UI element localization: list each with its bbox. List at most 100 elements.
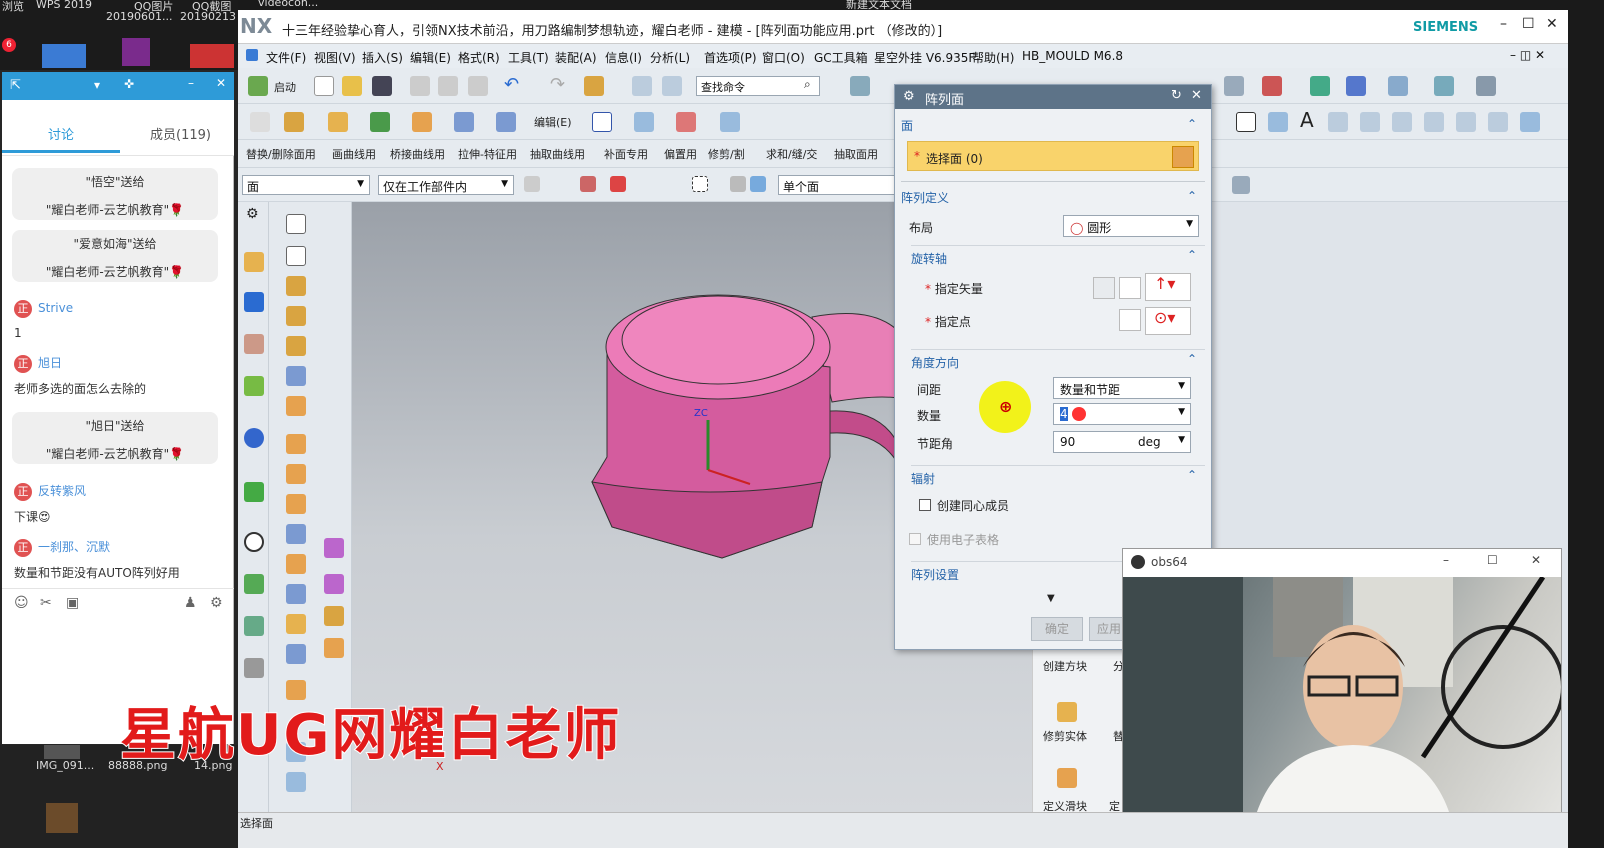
close-icon[interactable]: ✕ [216, 76, 226, 90]
hole-icon[interactable] [328, 112, 348, 132]
section-rotation-axis[interactable]: 旋转轴 ⌃ [911, 245, 1205, 267]
menu-info[interactable]: 信息(I) [605, 49, 642, 66]
blend-icon[interactable] [496, 112, 516, 132]
app-thumb-icon[interactable] [42, 44, 86, 68]
surface-menu-item[interactable]: 画曲线用 [332, 146, 376, 162]
trim-body-icon[interactable] [1057, 702, 1077, 722]
view-icon[interactable] [1224, 76, 1244, 96]
cylinder-icon[interactable] [286, 366, 306, 386]
create-block-button[interactable]: 创建方块 [1043, 658, 1087, 674]
menu-file[interactable]: 文件(F) [266, 49, 306, 66]
face-icon[interactable] [286, 246, 306, 266]
spline-icon[interactable] [1268, 112, 1288, 132]
section-radial[interactable]: 辐射 ⌃ [911, 465, 1205, 487]
constraint-icon[interactable] [244, 334, 264, 354]
snap-icon[interactable] [1262, 76, 1282, 96]
face-rule-select[interactable]: 单个面 [778, 175, 896, 195]
menu-tools[interactable]: 工具(T) [508, 49, 549, 66]
chamfer-icon[interactable] [286, 464, 306, 484]
save-icon[interactable] [372, 76, 392, 96]
close-icon[interactable]: ✕ [1191, 88, 1202, 103]
menu-window[interactable]: 窗口(O) [762, 49, 805, 66]
move-icon[interactable] [1346, 76, 1366, 96]
menu-assembly[interactable]: 装配(A) [555, 49, 597, 66]
scissors-icon[interactable]: ✂ [40, 595, 52, 611]
split-icon[interactable] [286, 644, 306, 664]
type-filter-select[interactable]: 面 ▼ [242, 175, 370, 195]
point-dialog-icon[interactable] [1119, 309, 1141, 331]
command-search-input[interactable]: 查找命令 [696, 76, 820, 96]
select-icon[interactable] [750, 176, 766, 192]
image-thumb-icon[interactable] [44, 745, 80, 759]
minimize-icon[interactable]: – [1443, 553, 1449, 567]
boolean-icon[interactable] [412, 112, 432, 132]
trim-body-icon[interactable] [286, 614, 306, 634]
minimize-icon[interactable]: – [1500, 16, 1507, 32]
draft-icon[interactable] [286, 584, 306, 604]
text-icon[interactable]: A [1300, 108, 1314, 132]
desktop-label[interactable]: 20190601... [106, 10, 172, 23]
gear-icon[interactable]: ⚙ [246, 206, 259, 222]
desktop-label[interactable]: IMG_091... [36, 759, 94, 772]
shell-icon[interactable] [454, 112, 474, 132]
curve-icon[interactable] [1328, 112, 1348, 132]
menu-insert[interactable]: 插入(S) [362, 49, 403, 66]
pattern-icon[interactable] [286, 494, 306, 514]
reset-icon[interactable]: ↻ [1171, 88, 1182, 103]
sketch-icon[interactable] [250, 112, 270, 132]
vector-type-select[interactable]: ↑▾ [1145, 273, 1191, 301]
open-icon[interactable] [342, 76, 362, 96]
undo-icon[interactable]: ↶ [504, 74, 519, 95]
window-controls[interactable]: – ◫ ✕ [1510, 48, 1545, 62]
mirror-icon[interactable] [1488, 112, 1508, 132]
chevron-down-icon[interactable]: ▾ [94, 78, 100, 92]
surface-menu-item[interactable]: 补面专用 [604, 146, 648, 162]
ruler-icon[interactable] [1476, 76, 1496, 96]
start-menu[interactable]: 启动 [274, 79, 296, 95]
menu-preferences[interactable]: 首选项(P) [704, 49, 757, 66]
menu-analysis[interactable]: 分析(L) [650, 49, 690, 66]
copy-icon[interactable] [438, 76, 458, 96]
desktop-label[interactable]: 20190213 [180, 10, 236, 23]
create-concentric-checkbox[interactable] [919, 499, 931, 511]
scope-filter-select[interactable]: 仅在工作部件内 ▼ [378, 175, 514, 195]
section-face[interactable]: 面 ⌃ [901, 117, 1205, 139]
snap-point-icon[interactable] [580, 176, 596, 192]
chat-username[interactable]: 正一刹那、沉默 [14, 538, 110, 557]
tab-members[interactable]: 成员(119) [150, 124, 211, 143]
tab-discussion[interactable]: 讨论 [48, 124, 74, 143]
section-angle-direction[interactable]: 角度方向 ⌃ [911, 349, 1205, 371]
bridge-icon[interactable] [1360, 112, 1380, 132]
count-input[interactable]: 4 ▼ [1053, 403, 1191, 425]
filter-icon[interactable] [524, 176, 540, 192]
start-icon[interactable] [248, 76, 268, 96]
navigator-icon[interactable] [244, 252, 264, 272]
menu-gc-toolbox[interactable]: GC工具箱 [814, 49, 868, 66]
project-icon[interactable] [1392, 112, 1412, 132]
menu-plugin[interactable]: 星空外挂 V6.935F [874, 49, 975, 66]
wrap-icon[interactable] [1424, 112, 1444, 132]
tools-icon[interactable] [244, 658, 264, 678]
box-select-icon[interactable] [692, 176, 708, 192]
menu-view[interactable]: 视图(V) [314, 49, 356, 66]
sew-icon[interactable] [676, 112, 696, 132]
measure-icon[interactable] [1388, 76, 1408, 96]
book-icon[interactable] [286, 524, 306, 544]
vector-dialog-icon[interactable] [1119, 277, 1141, 299]
share-icon[interactable]: ⇱ [10, 78, 21, 93]
select-face-row[interactable]: * 选择面 (0) [907, 141, 1199, 171]
search-icon[interactable]: ⌕ [804, 77, 811, 92]
surface-icon[interactable] [324, 606, 344, 626]
web-icon[interactable] [244, 482, 264, 502]
surface-menu-item[interactable]: 抽取曲线用 [530, 146, 585, 162]
paste-icon[interactable] [468, 76, 488, 96]
section-icon[interactable] [1520, 112, 1540, 132]
slider-icon[interactable] [1057, 768, 1077, 788]
app-thumb-icon[interactable] [46, 803, 78, 833]
surface-menu-item[interactable]: 求和/缝/交 [766, 146, 817, 162]
analysis-icon[interactable] [1310, 76, 1330, 96]
use-spreadsheet-checkbox[interactable] [909, 533, 921, 545]
emoji-icon[interactable]: ☺ [14, 595, 29, 611]
surface-icon[interactable] [324, 538, 344, 558]
pitch-angle-input[interactable]: 90 deg ▼ [1053, 431, 1191, 453]
